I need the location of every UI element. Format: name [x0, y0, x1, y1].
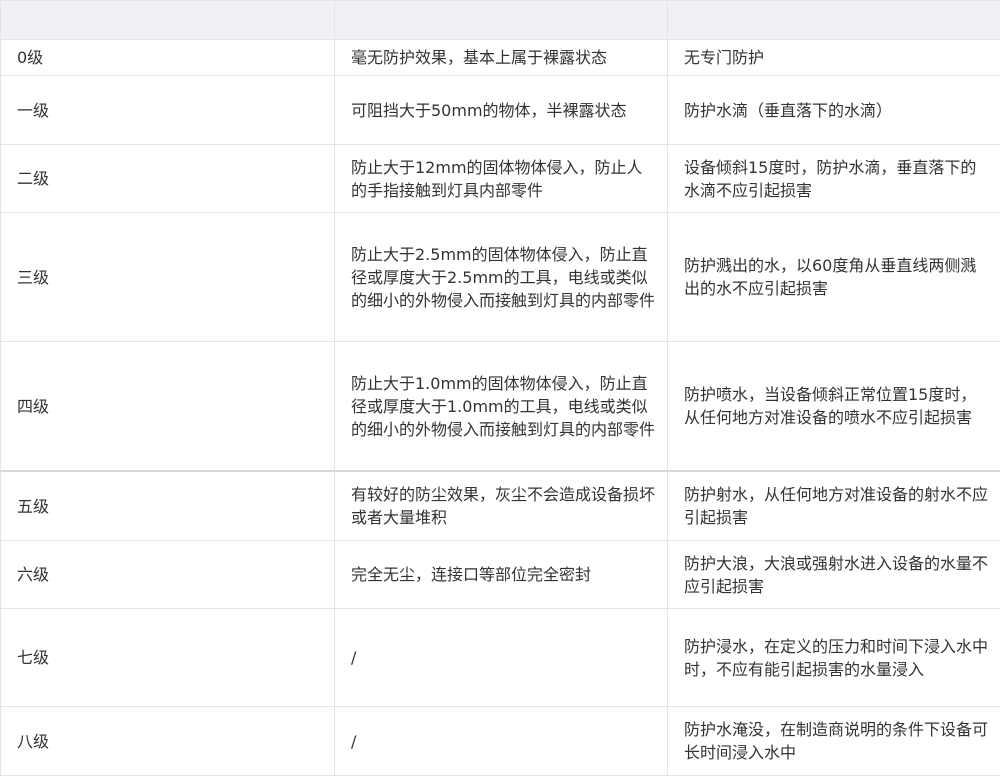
- table-row: 四级 防止大于1.0mm的固体物体侵入，防止直径或厚度大于1.0mm的工具，电线…: [0, 341, 1000, 472]
- header-cell-level: [0, 0, 335, 40]
- table-header: [0, 0, 1000, 40]
- table-row: 七级 / 防护浸水，在定义的压力和时间下浸入水中时，不应有能引起损害的水量浸入: [0, 608, 1000, 707]
- table-row: 六级 完全无尘，连接口等部位完全密封 防护大浪，大浪或强射水进入设备的水量不应引…: [0, 540, 1000, 609]
- table-row: 一级 可阻挡大于50mm的物体，半裸露状态 防护水滴（垂直落下的水滴）: [0, 75, 1000, 145]
- table-row: 三级 防止大于2.5mm的固体物体侵入，防止直径或厚度大于2.5mm的工具，电线…: [0, 212, 1000, 342]
- protection-level-table: 0级 毫无防护效果，基本上属于裸露状态 无专门防护 一级 可阻挡大于50mm的物…: [0, 0, 1000, 776]
- table-row: 五级 有较好的防尘效果，灰尘不会造成设备损坏或者大量堆积 防护射水，从任何地方对…: [0, 470, 1000, 541]
- level-cell: 六级: [0, 540, 335, 609]
- level-cell: 五级: [0, 470, 335, 541]
- level-cell: 三级: [0, 212, 335, 342]
- water-protection-cell: 防护喷水，当设备倾斜正常位置15度时，从任何地方对准设备的喷水不应引起损害: [667, 341, 1000, 472]
- dust-protection-cell: 有较好的防尘效果，灰尘不会造成设备损坏或者大量堆积: [334, 470, 668, 541]
- water-protection-cell: 设备倾斜15度时，防护水滴，垂直落下的水滴不应引起损害: [667, 144, 1000, 213]
- dust-protection-cell: 毫无防护效果，基本上属于裸露状态: [334, 39, 668, 76]
- table-body: 0级 毫无防护效果，基本上属于裸露状态 无专门防护 一级 可阻挡大于50mm的物…: [0, 39, 1000, 776]
- table-row: 八级 / 防护水淹没，在制造商说明的条件下设备可长时间浸入水中: [0, 706, 1000, 776]
- dust-protection-cell: 可阻挡大于50mm的物体，半裸露状态: [334, 75, 668, 145]
- header-cell-water: [667, 0, 1000, 40]
- level-cell: 二级: [0, 144, 335, 213]
- water-protection-cell: 防护水滴（垂直落下的水滴）: [667, 75, 1000, 145]
- table-row: 0级 毫无防护效果，基本上属于裸露状态 无专门防护: [0, 39, 1000, 76]
- dust-protection-cell: 防止大于12mm的固体物体侵入，防止人的手指接触到灯具内部零件: [334, 144, 668, 213]
- water-protection-cell: 无专门防护: [667, 39, 1000, 76]
- dust-protection-cell: /: [334, 608, 668, 707]
- level-cell: 八级: [0, 706, 335, 776]
- level-cell: 一级: [0, 75, 335, 145]
- dust-protection-cell: 防止大于2.5mm的固体物体侵入，防止直径或厚度大于2.5mm的工具，电线或类似…: [334, 212, 668, 342]
- dust-protection-cell: 完全无尘，连接口等部位完全密封: [334, 540, 668, 609]
- level-cell: 七级: [0, 608, 335, 707]
- level-cell: 四级: [0, 341, 335, 472]
- water-protection-cell: 防护射水，从任何地方对准设备的射水不应引起损害: [667, 470, 1000, 541]
- water-protection-cell: 防护溅出的水，以60度角从垂直线两侧溅出的水不应引起损害: [667, 212, 1000, 342]
- dust-protection-cell: 防止大于1.0mm的固体物体侵入，防止直径或厚度大于1.0mm的工具，电线或类似…: [334, 341, 668, 472]
- table-row: 二级 防止大于12mm的固体物体侵入，防止人的手指接触到灯具内部零件 设备倾斜1…: [0, 144, 1000, 213]
- water-protection-cell: 防护浸水，在定义的压力和时间下浸入水中时，不应有能引起损害的水量浸入: [667, 608, 1000, 707]
- header-cell-dust: [334, 0, 668, 40]
- level-cell: 0级: [0, 39, 335, 76]
- water-protection-cell: 防护大浪，大浪或强射水进入设备的水量不应引起损害: [667, 540, 1000, 609]
- dust-protection-cell: /: [334, 706, 668, 776]
- table-header-row: [0, 0, 1000, 40]
- water-protection-cell: 防护水淹没，在制造商说明的条件下设备可长时间浸入水中: [667, 706, 1000, 776]
